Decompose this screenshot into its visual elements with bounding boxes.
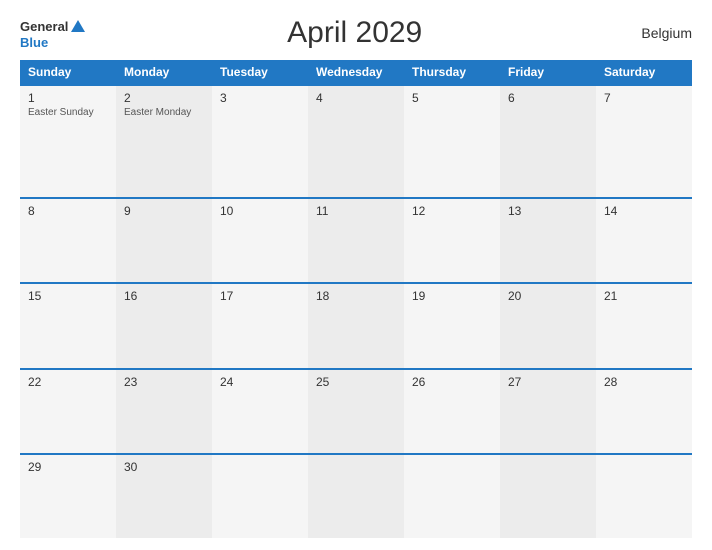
holiday-label: Easter Monday	[124, 107, 204, 118]
calendar-cell: 2 Easter Monday	[116, 85, 212, 198]
day-number: 8	[28, 204, 108, 218]
day-number: 22	[28, 375, 108, 389]
calendar-week-row: 22 23 24 25 26 27 28	[20, 369, 692, 455]
day-number: 24	[220, 375, 300, 389]
calendar-cell	[596, 454, 692, 538]
calendar-cell: 4	[308, 85, 404, 198]
day-number: 12	[412, 204, 492, 218]
calendar-cell: 24	[212, 369, 308, 455]
calendar-cell: 15	[20, 283, 116, 369]
calendar-table: Sunday Monday Tuesday Wednesday Thursday…	[20, 60, 692, 538]
page: General Blue April 2029 Belgium Sunday M…	[0, 0, 712, 550]
calendar-cell: 13	[500, 198, 596, 284]
calendar-cell: 8	[20, 198, 116, 284]
day-number: 14	[604, 204, 684, 218]
logo-general-text: General	[20, 20, 68, 33]
header-tuesday: Tuesday	[212, 60, 308, 85]
day-number: 23	[124, 375, 204, 389]
calendar-cell: 3	[212, 85, 308, 198]
calendar-cell: 7	[596, 85, 692, 198]
day-number: 13	[508, 204, 588, 218]
header: General Blue April 2029 Belgium	[20, 16, 692, 50]
day-number: 7	[604, 91, 684, 105]
day-number: 10	[220, 204, 300, 218]
header-friday: Friday	[500, 60, 596, 85]
calendar-cell: 5	[404, 85, 500, 198]
calendar-week-row: 15 16 17 18 19 20 21	[20, 283, 692, 369]
day-number: 4	[316, 91, 396, 105]
calendar-cell	[308, 454, 404, 538]
day-number: 25	[316, 375, 396, 389]
calendar-cell: 25	[308, 369, 404, 455]
holiday-label: Easter Sunday	[28, 107, 108, 118]
calendar-cell: 26	[404, 369, 500, 455]
calendar-cell	[404, 454, 500, 538]
day-number: 6	[508, 91, 588, 105]
calendar-title: April 2029	[87, 16, 622, 50]
calendar-cell: 22	[20, 369, 116, 455]
header-monday: Monday	[116, 60, 212, 85]
day-number: 2	[124, 91, 204, 105]
header-wednesday: Wednesday	[308, 60, 404, 85]
calendar-cell: 18	[308, 283, 404, 369]
calendar-cell	[500, 454, 596, 538]
calendar-cell: 30	[116, 454, 212, 538]
day-number: 28	[604, 375, 684, 389]
calendar-cell: 19	[404, 283, 500, 369]
day-number: 29	[28, 460, 108, 474]
calendar-cell: 6	[500, 85, 596, 198]
day-number: 3	[220, 91, 300, 105]
calendar-cell: 10	[212, 198, 308, 284]
day-number: 16	[124, 289, 204, 303]
weekday-header-row: Sunday Monday Tuesday Wednesday Thursday…	[20, 60, 692, 85]
calendar-cell	[212, 454, 308, 538]
calendar-week-row: 29 30	[20, 454, 692, 538]
calendar-cell: 28	[596, 369, 692, 455]
day-number: 11	[316, 204, 396, 218]
day-number: 20	[508, 289, 588, 303]
day-number: 15	[28, 289, 108, 303]
logo-icon	[69, 18, 87, 36]
day-number: 27	[508, 375, 588, 389]
calendar-cell: 21	[596, 283, 692, 369]
country-label: Belgium	[622, 25, 692, 41]
calendar-cell: 20	[500, 283, 596, 369]
day-number: 9	[124, 204, 204, 218]
calendar-cell: 23	[116, 369, 212, 455]
day-number: 26	[412, 375, 492, 389]
calendar-week-row: 1 Easter Sunday 2 Easter Monday 3 4 5 6 7	[20, 85, 692, 198]
day-number: 21	[604, 289, 684, 303]
logo-blue-text: Blue	[20, 36, 87, 49]
calendar-cell: 29	[20, 454, 116, 538]
day-number: 17	[220, 289, 300, 303]
calendar-cell: 27	[500, 369, 596, 455]
header-saturday: Saturday	[596, 60, 692, 85]
header-sunday: Sunday	[20, 60, 116, 85]
day-number: 18	[316, 289, 396, 303]
calendar-cell: 11	[308, 198, 404, 284]
calendar-cell: 12	[404, 198, 500, 284]
day-number: 1	[28, 91, 108, 105]
calendar-cell: 1 Easter Sunday	[20, 85, 116, 198]
calendar-cell: 16	[116, 283, 212, 369]
calendar-cell: 14	[596, 198, 692, 284]
calendar-cell: 17	[212, 283, 308, 369]
header-thursday: Thursday	[404, 60, 500, 85]
calendar-cell: 9	[116, 198, 212, 284]
day-number: 19	[412, 289, 492, 303]
calendar-week-row: 8 9 10 11 12 13 14	[20, 198, 692, 284]
day-number: 30	[124, 460, 204, 474]
day-number: 5	[412, 91, 492, 105]
logo: General Blue	[20, 18, 87, 49]
